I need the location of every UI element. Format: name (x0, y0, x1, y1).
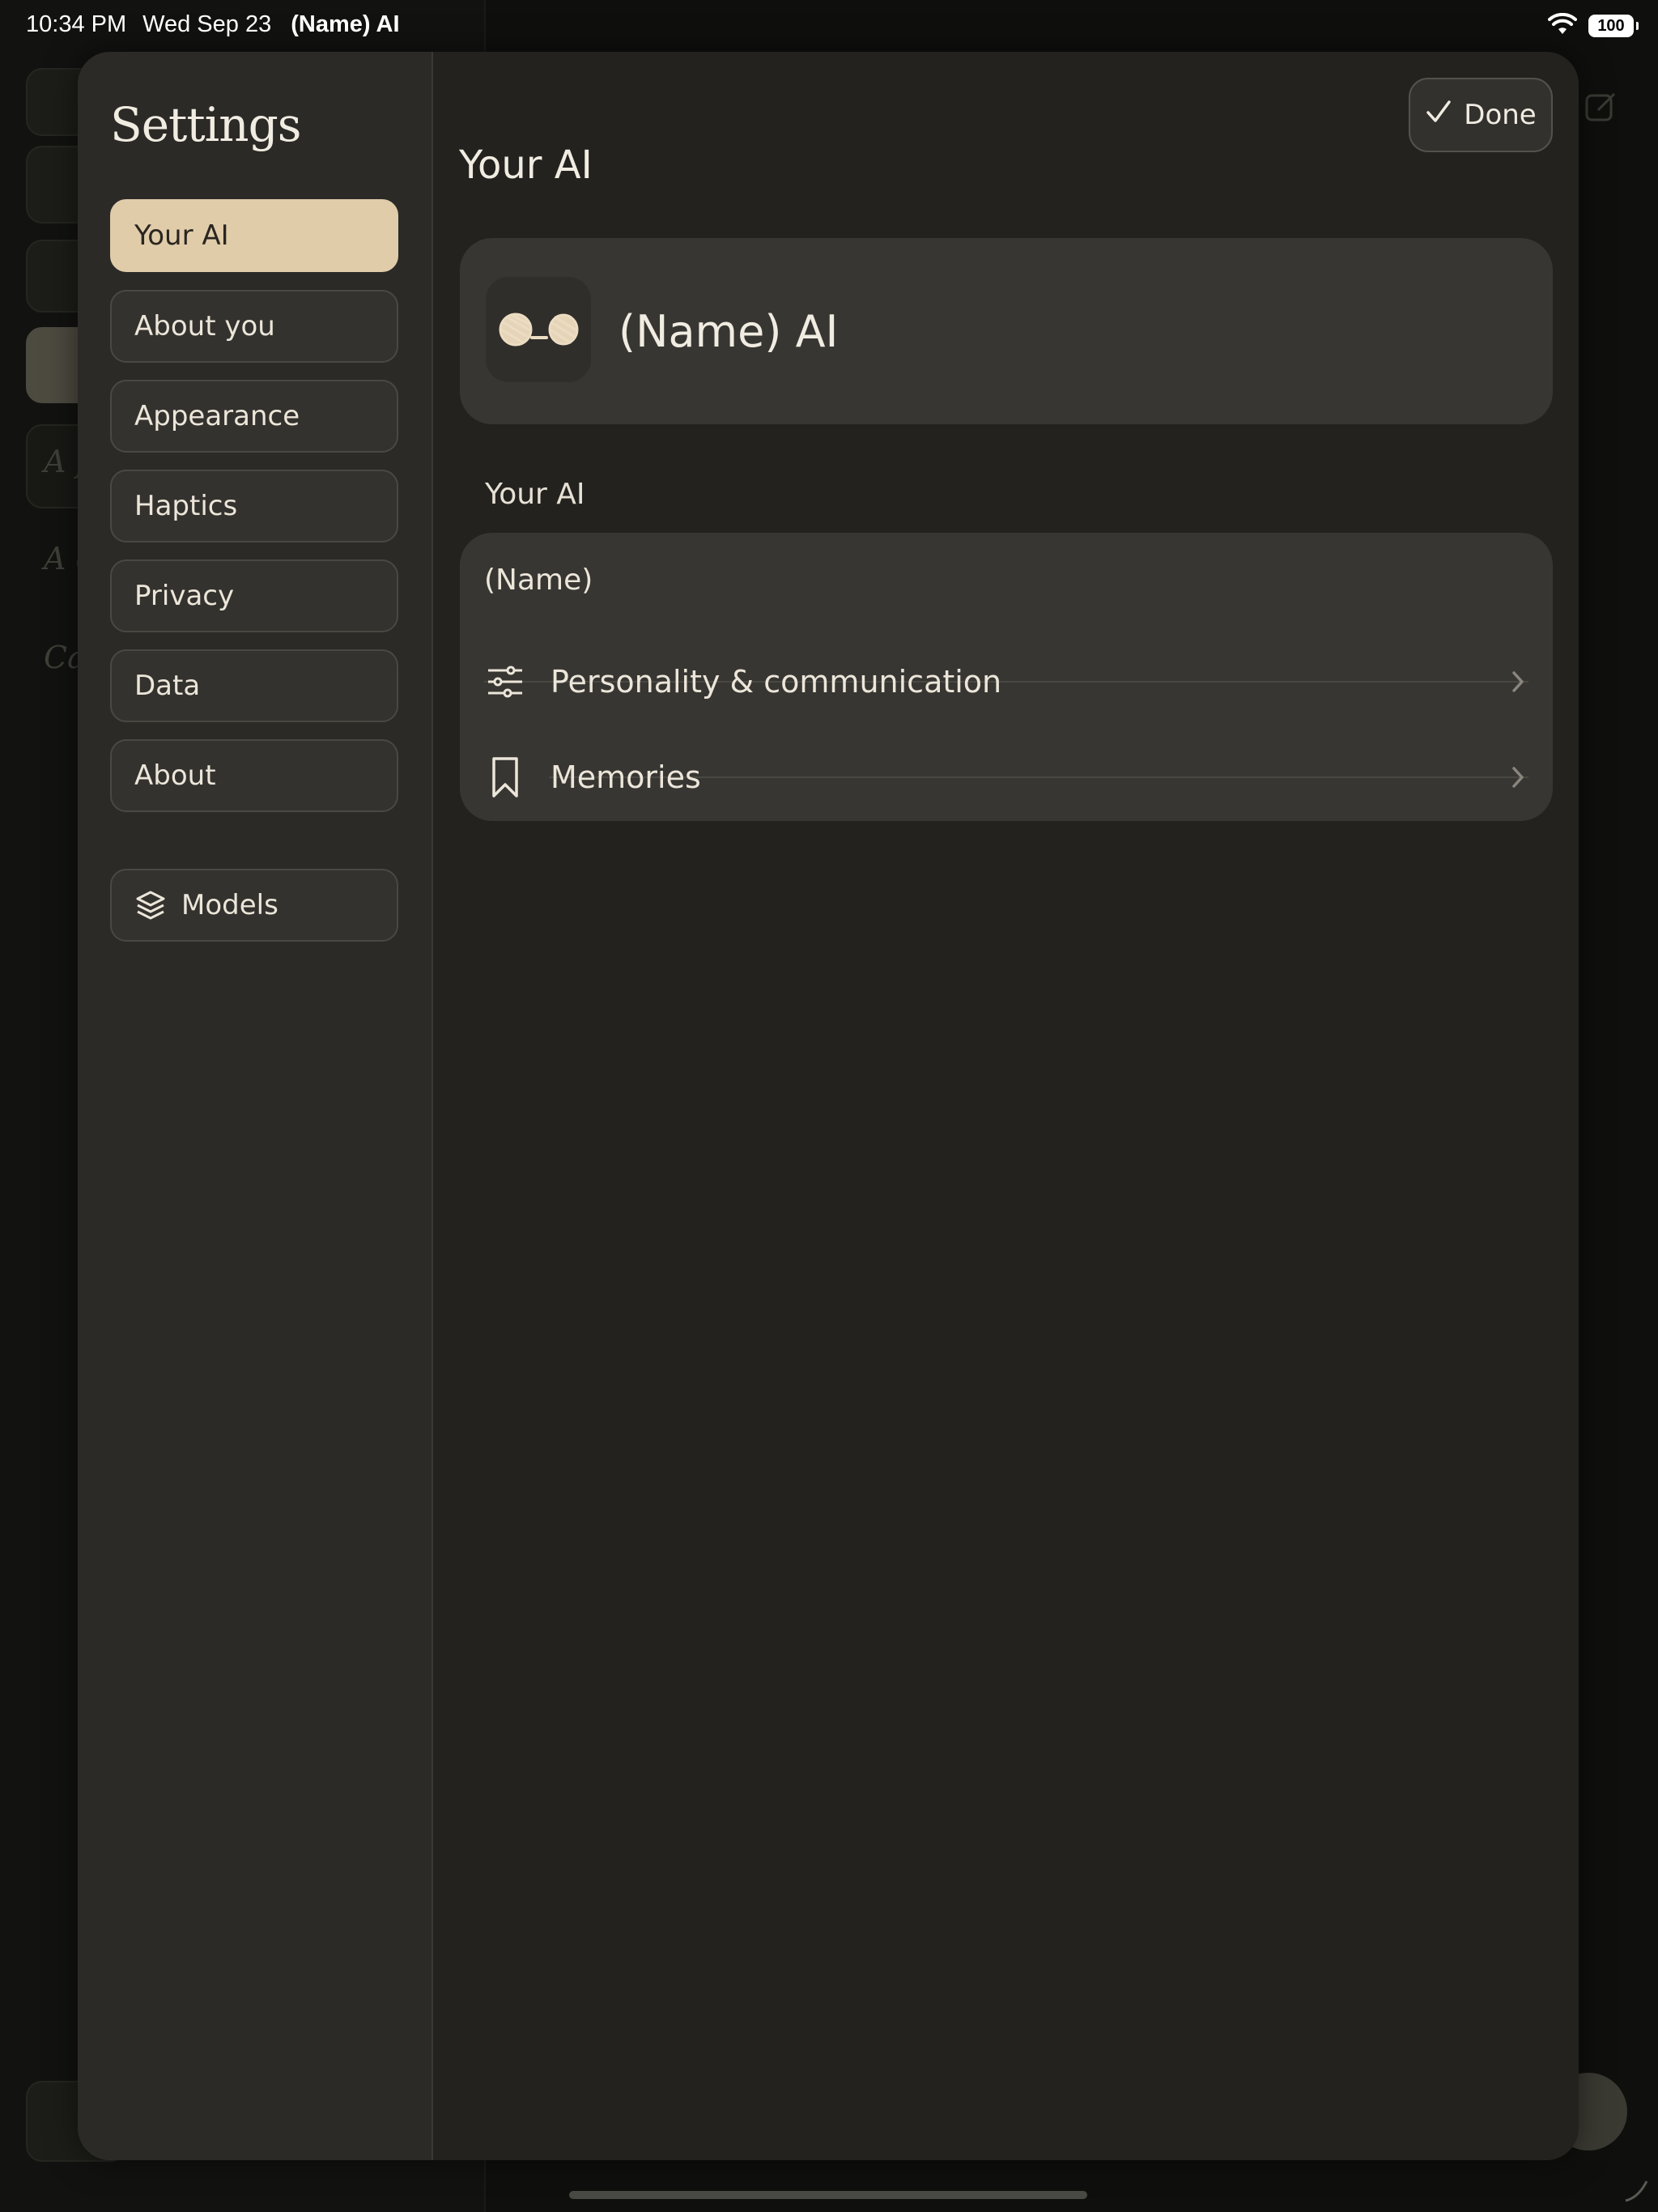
name-field-row[interactable]: (Name) (484, 533, 1528, 627)
home-indicator (569, 2191, 1087, 2199)
section-label: Your AI (485, 478, 585, 511)
content-title: Your AI (459, 143, 593, 188)
name-field[interactable]: (Name) (484, 564, 1528, 597)
status-app-name: (Name) AI (291, 11, 400, 37)
done-button[interactable]: Done (1409, 78, 1553, 152)
wifi-icon (1548, 12, 1577, 39)
your-ai-group: (Name) Personality & communication Memor… (460, 533, 1553, 821)
background-compose-icon (1584, 89, 1619, 128)
nav-item-your-ai[interactable]: Your AI (110, 199, 398, 272)
personality-label: Personality & communication (551, 664, 1002, 700)
nav-item-about[interactable]: About (110, 739, 398, 812)
nav-item-data[interactable]: Data (110, 649, 398, 722)
status-bar: 10:34 PM Wed Sep 23 (Name) AI 100 (0, 0, 1658, 52)
settings-sidebar: Settings Your AI About you Appearance Ha… (78, 52, 433, 2160)
battery-indicator: 100 (1588, 15, 1639, 37)
status-time: 10:34 PM (26, 11, 127, 37)
nav-item-label: Your AI (134, 219, 229, 252)
avatar (486, 277, 591, 382)
nav-item-haptics[interactable]: Haptics (110, 470, 398, 542)
chevron-right-icon (1511, 765, 1525, 789)
bookmark-icon (484, 756, 526, 798)
nav-item-label: Appearance (134, 400, 300, 432)
status-left: 10:34 PM Wed Sep 23 (Name) AI (26, 11, 400, 38)
background-corner-icon (1622, 2176, 1650, 2207)
nav-item-models[interactable]: Models (110, 869, 398, 942)
nav-item-label: Privacy (134, 580, 235, 612)
nav-item-appearance[interactable]: Appearance (110, 380, 398, 453)
memories-label: Memories (551, 759, 701, 795)
ai-face-icon (499, 313, 579, 347)
nav-item-label: Models (181, 889, 278, 921)
nav-item-label: Data (134, 670, 201, 702)
status-right: 100 (1548, 12, 1639, 39)
status-date: Wed Sep 23 (142, 11, 272, 37)
layers-icon (134, 889, 167, 921)
profile-card[interactable]: (Name) AI (460, 238, 1553, 424)
settings-title: Settings (110, 97, 301, 152)
settings-sheet: Settings Your AI About you Appearance Ha… (78, 52, 1579, 2160)
nav-item-about-you[interactable]: About you (110, 290, 398, 363)
done-label: Done (1464, 99, 1537, 131)
nav-item-label: Haptics (134, 490, 238, 522)
profile-name: (Name) AI (619, 306, 839, 357)
personality-row[interactable]: Personality & communication (484, 635, 1528, 729)
nav-item-label: About (134, 759, 216, 792)
checkmark-icon (1425, 98, 1452, 133)
memories-row[interactable]: Memories (484, 730, 1528, 821)
nav-item-privacy[interactable]: Privacy (110, 559, 398, 632)
chevron-right-icon (1511, 670, 1525, 694)
sliders-icon (484, 666, 526, 698)
nav-item-label: About you (134, 310, 275, 342)
